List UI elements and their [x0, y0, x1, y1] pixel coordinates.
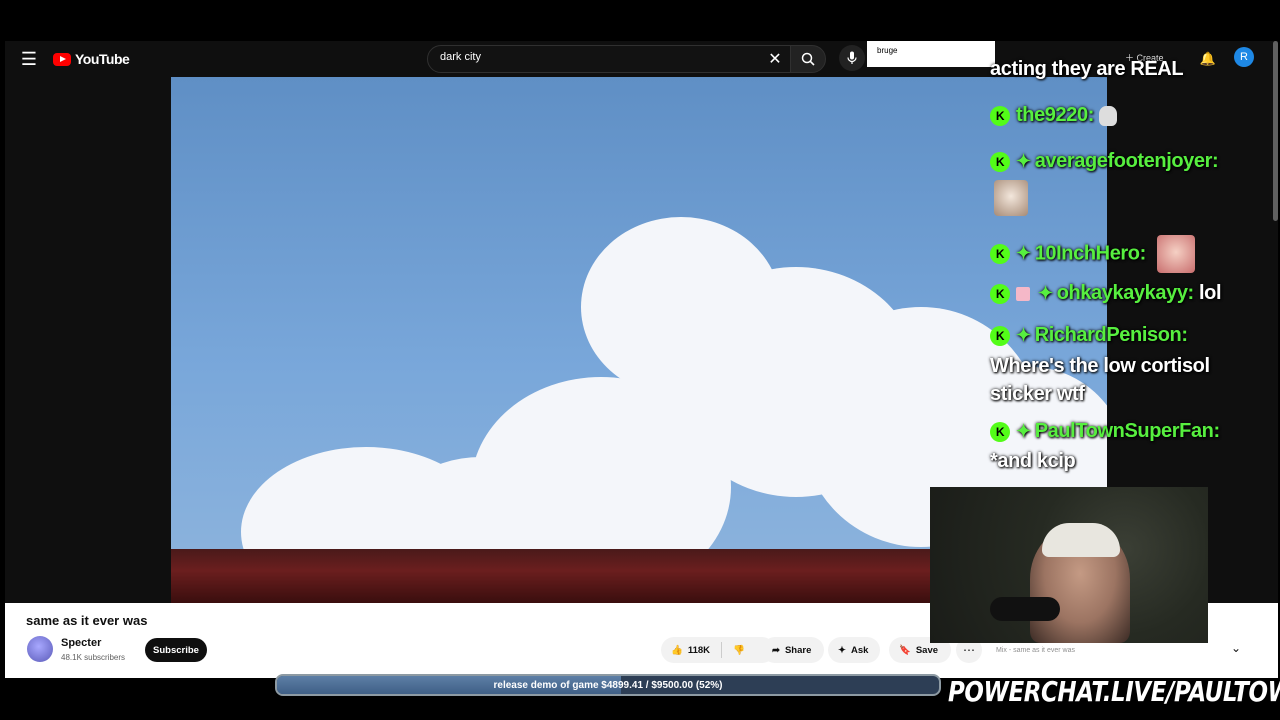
streamer-cap	[1042, 523, 1120, 557]
kick-badge-icon: K	[990, 105, 1010, 126]
chat-message: K ✦ ohkaykaykayy: lol	[990, 282, 1222, 305]
streamer-webcam	[930, 487, 1208, 643]
gift-badge-icon	[1016, 286, 1030, 301]
kick-badge-icon: K	[990, 244, 1010, 264]
save-label: Save	[915, 644, 939, 656]
page-scrollbar[interactable]	[1273, 41, 1278, 221]
sparkle-badge-icon: ✦	[1016, 243, 1031, 264]
ask-button[interactable]: ✦ Ask	[828, 637, 880, 663]
search-icon	[801, 52, 815, 66]
subscriber-count: 48.1K subscribers	[61, 653, 126, 662]
search-button[interactable]	[790, 45, 826, 73]
hand-emote-icon	[1099, 105, 1118, 126]
donation-goal-text: release demo of game $4899.41 / $9500.00…	[493, 679, 723, 691]
chat-username: PaulTownSuperFan:	[1034, 420, 1220, 442]
like-count[interactable]: 118K	[688, 645, 710, 656]
chat-message: K ✦ PaulTownSuperFan:	[990, 420, 1220, 443]
voice-search-button[interactable]	[839, 45, 865, 71]
thumbs-up-icon[interactable]: 👍	[671, 645, 683, 656]
share-icon: ➦	[772, 644, 780, 656]
logo-text: YouTube	[75, 51, 130, 67]
chat-username: ohkaykaykayy:	[1056, 282, 1195, 304]
chat-username: RichardPenison:	[1034, 324, 1188, 346]
microphone-shape	[990, 597, 1060, 621]
chat-message: K ✦ averagefootenjoyer:	[990, 150, 1219, 173]
sparkle-badge-icon: ✦	[1016, 421, 1031, 441]
sparkle-badge-icon: ✦	[1016, 151, 1031, 171]
kick-badge-icon: K	[990, 151, 1010, 172]
subscribe-button[interactable]: Subscribe	[145, 638, 207, 662]
kick-badge-icon: K	[990, 325, 1010, 346]
chat-message: K ✦ 10InchHero:	[990, 235, 1196, 273]
share-button[interactable]: ➦ Share	[762, 637, 824, 663]
like-dislike-pill: 👍 118K 👎	[661, 637, 775, 663]
video-title: same as it ever was	[26, 613, 148, 628]
overlay-search-field[interactable]: bruge	[867, 41, 995, 67]
powerchat-promo: POWERCHAT.LIVE/PAULTOWN	[948, 675, 1280, 708]
stream-chat-overlay: acting they are REAL Kthe9220: K ✦ average…	[986, 40, 1256, 480]
bookmark-icon: 🔖	[899, 644, 911, 656]
search-input[interactable]	[438, 50, 762, 64]
menu-icon[interactable]: ☰	[17, 47, 41, 71]
ask-label: Ask	[850, 644, 869, 656]
sparkle-icon: ✦	[838, 644, 846, 656]
channel-name[interactable]: Specter	[61, 637, 101, 649]
chat-username: averagefootenjoyer:	[1034, 150, 1219, 172]
chat-message-text: acting they are REAL	[990, 58, 1184, 80]
chat-message: K ✦ RichardPenison:	[990, 324, 1188, 347]
donation-goal-bar: release demo of game $4899.41 / $9500.00…	[275, 674, 941, 696]
thumbs-down-icon[interactable]: 👎	[733, 645, 745, 656]
kick-badge-icon: K	[990, 283, 1010, 304]
mix-playlist-label[interactable]: Mix - same as it ever was	[996, 647, 1075, 654]
search-box	[427, 45, 792, 73]
youtube-play-icon	[53, 52, 71, 66]
chat-username: 10InchHero:	[1034, 242, 1147, 265]
sparkle-badge-icon: ✦	[1038, 283, 1053, 303]
clear-search-icon[interactable]: ✕	[765, 49, 785, 69]
chat-message-text: Where's the low cortisol sticker wtf	[990, 355, 1210, 405]
anime-emote-icon	[1157, 235, 1196, 273]
chat-username: the9220:	[1016, 104, 1094, 126]
microphone-icon	[847, 51, 857, 64]
share-label: Share	[784, 644, 812, 656]
sparkle-badge-icon: ✦	[1016, 325, 1031, 345]
like-divider	[721, 642, 723, 658]
cat-emote-icon	[994, 180, 1028, 216]
chat-message-text: *and kcip	[990, 450, 1076, 472]
chevron-down-icon[interactable]: ⌄	[1227, 639, 1245, 657]
chat-message-text: lol	[1198, 282, 1222, 304]
channel-avatar[interactable]	[27, 636, 53, 662]
youtube-logo[interactable]: YouTube	[53, 49, 130, 69]
kick-badge-icon: K	[990, 421, 1010, 442]
chat-message: Kthe9220:	[990, 104, 1118, 127]
